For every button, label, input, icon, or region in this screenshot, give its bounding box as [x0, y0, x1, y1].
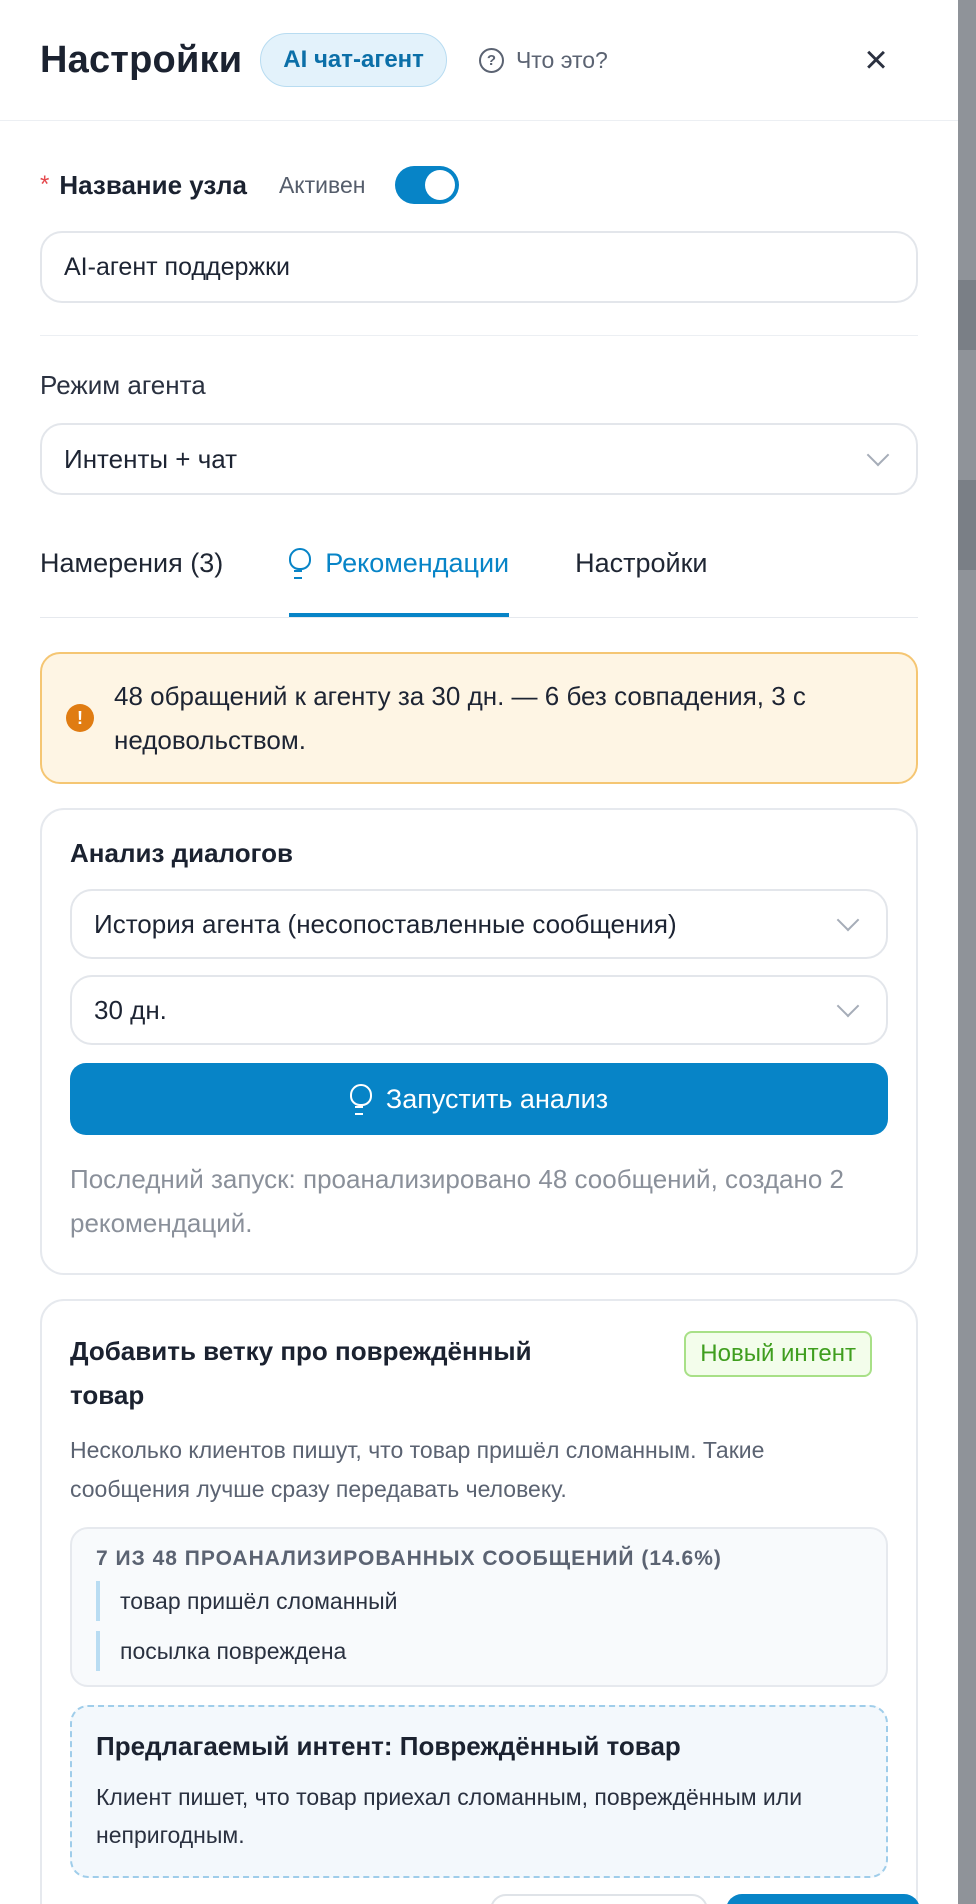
node-name-input[interactable]: AI-агент поддержки: [40, 231, 918, 303]
apply-button[interactable]: [726, 1894, 920, 1904]
node-name-value: AI-агент поддержки: [64, 252, 291, 281]
chevron-down-icon: [836, 994, 860, 1018]
lightbulb-icon: [349, 1084, 372, 1115]
tab-settings[interactable]: Настройки: [575, 538, 707, 617]
active-toggle[interactable]: [395, 166, 460, 204]
required-marker: *: [40, 171, 50, 198]
tab-recommendations-label: Рекомендации: [325, 548, 510, 578]
background-button: [958, 280, 976, 350]
recommendation-actions: [70, 1894, 920, 1904]
run-analysis-button[interactable]: Запустить анализ: [70, 1063, 888, 1135]
recommendation-description: Несколько клиентов пишут, что товар приш…: [70, 1437, 765, 1502]
analysis-source-value: История агента (несопоставленные сообщен…: [94, 908, 677, 939]
node-type-badge: AI чат-агент: [260, 33, 447, 87]
tab-intents-label: Намерения (3): [40, 548, 224, 578]
help-link-label: Что это?: [515, 46, 608, 73]
recommendation-card: Добавить ветку про повреждённый товар Но…: [40, 1299, 920, 1904]
proposed-intent-description: Клиент пишет, что товар приехал сломанны…: [96, 1784, 803, 1848]
recommendation-title: Добавить ветку про повреждённый товар: [70, 1336, 532, 1410]
panel-content: * Название узла Активен AI-агент поддерж…: [0, 161, 958, 1904]
sample-message: товар пришёл сломанный: [96, 1581, 862, 1621]
agent-mode-select[interactable]: Интенты + чат: [40, 423, 918, 495]
agent-mode-label: Режим агента: [40, 370, 206, 400]
exclamation-icon: !: [66, 704, 94, 732]
run-analysis-label: Запустить анализ: [385, 1083, 609, 1114]
tab-settings-label: Настройки: [575, 548, 708, 578]
agent-mode-value: Интенты + чат: [64, 443, 238, 474]
proposed-intent: Предлагаемый интент: Повреждённый товар …: [70, 1705, 888, 1878]
background-block: [958, 480, 976, 570]
dialog-analysis-title: Анализ диалогов: [70, 838, 293, 868]
tab-bar: Намерения (3) Рекомендации Настройки: [40, 539, 918, 618]
tab-intents[interactable]: Намерения (3): [40, 538, 223, 617]
last-run-text: Последний запуск: проанализировано 48 со…: [70, 1164, 844, 1238]
chevron-down-icon: [836, 908, 860, 932]
help-link[interactable]: ? Что это?: [478, 46, 608, 74]
panel-header: Настройки AI чат-агент ? Что это? ×: [0, 0, 958, 121]
analysis-source-select[interactable]: История агента (несопоставленные сообщен…: [70, 889, 888, 959]
dismiss-button[interactable]: [490, 1894, 708, 1904]
close-icon[interactable]: ×: [856, 40, 896, 80]
node-name-row: * Название узла Активен: [40, 161, 918, 209]
recommendation-header: Добавить ветку про повреждённый товар Но…: [70, 1329, 888, 1417]
chevron-down-icon: [866, 443, 890, 467]
divider: [40, 335, 918, 336]
stats-alert-text: 48 обращений к агенту за 30 дн. — 6 без …: [114, 681, 806, 755]
node-name-label: Название узла: [59, 169, 247, 200]
tab-recommendations[interactable]: Рекомендации: [289, 538, 510, 617]
panel-title: Настройки: [40, 38, 243, 81]
sample-messages-header: 7 из 48 проанализированных сообщений (14…: [96, 1547, 722, 1570]
analysis-period-value: 30 дн.: [94, 994, 167, 1025]
proposed-intent-title: Предлагаемый интент: Повреждённый товар: [96, 1731, 681, 1761]
analysis-period-select[interactable]: 30 дн.: [70, 975, 888, 1045]
stats-alert: ! 48 обращений к агенту за 30 дн. — 6 бе…: [40, 652, 918, 784]
sample-message: посылка повреждена: [96, 1631, 862, 1671]
sample-messages: 7 из 48 проанализированных сообщений (14…: [70, 1527, 888, 1687]
active-label: Активен: [278, 171, 366, 198]
question-icon: ?: [478, 47, 504, 73]
dialog-analysis-card: Анализ диалогов История агента (несопост…: [40, 808, 918, 1275]
new-intent-badge: Новый интент: [684, 1331, 872, 1377]
settings-panel: Настройки AI чат-агент ? Что это? × * На…: [0, 0, 958, 1904]
lightbulb-icon: [289, 548, 312, 579]
